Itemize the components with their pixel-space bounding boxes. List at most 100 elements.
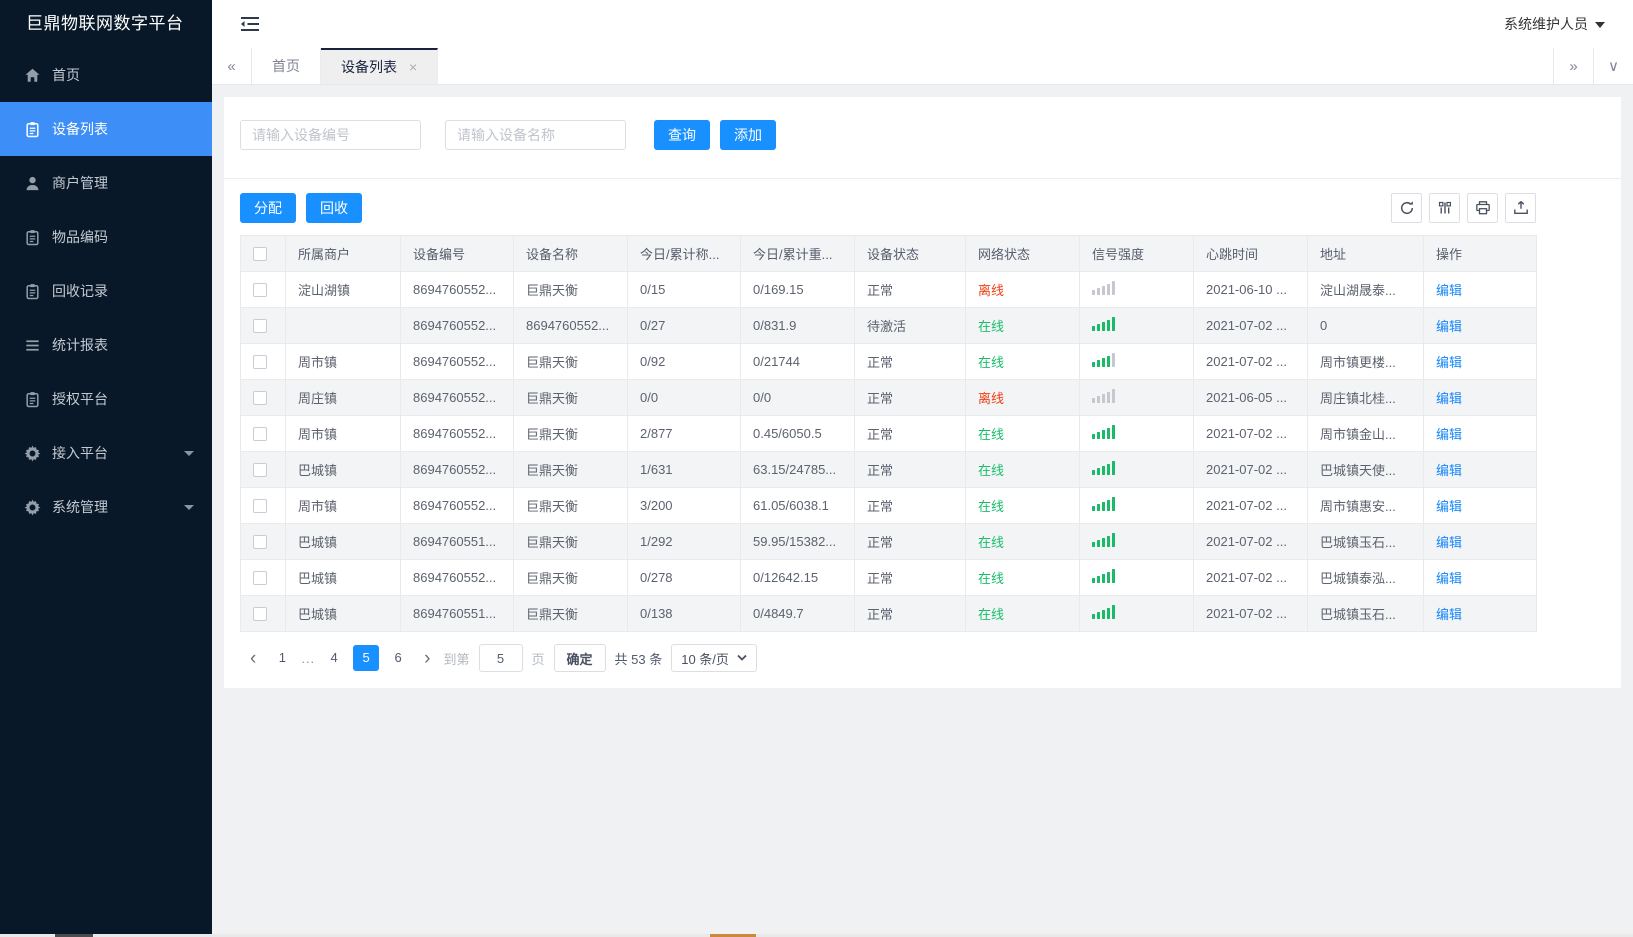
sidebar-item-label: 授权平台 [52,391,108,407]
cell-device-name: 巨鼎天衡 [513,415,628,452]
signal-bars-icon [1092,389,1115,403]
tabs-scroll-left-icon[interactable]: « [212,48,252,84]
prev-page-button[interactable]: ‹ [246,649,260,668]
sidebar-item-home[interactable]: 首页 [0,48,212,102]
cell-device-no: 8694760552... [400,379,514,416]
edit-link[interactable]: 编辑 [1436,427,1462,442]
columns-icon[interactable] [1429,193,1460,223]
column-header: 信号强度 [1079,235,1194,272]
refresh-icon[interactable] [1391,193,1422,223]
chevron-down-icon [184,504,194,510]
goto-page-input[interactable] [478,644,523,672]
device-no-input[interactable] [240,120,421,150]
column-header: 操作 [1423,235,1537,272]
device-name-input[interactable] [445,120,626,150]
signal-bars-icon [1092,497,1115,511]
edit-link[interactable]: 编辑 [1436,607,1462,622]
sidebar-item-access-platform[interactable]: 接入平台 [0,426,212,480]
row-checkbox[interactable] [253,391,267,406]
tabs-menu-icon[interactable]: ∨ [1593,48,1633,84]
export-icon[interactable] [1505,193,1536,223]
page-number-1[interactable]: 1 [269,645,295,671]
page-size-select[interactable]: 10 条/页 [671,644,757,672]
edit-link[interactable]: 编辑 [1436,391,1462,406]
edit-link[interactable]: 编辑 [1436,463,1462,478]
assign-button[interactable]: 分配 [240,193,296,223]
query-button[interactable]: 查询 [654,120,710,150]
sidebar-item-label: 首页 [52,67,80,83]
tabs-scroll-right-icon[interactable]: » [1553,48,1593,84]
main-area: 系统维护人员 « 首页 设备列表 × » ∨ 查询 添加 [212,0,1633,937]
cell-address: 巴城镇天使... [1307,451,1424,488]
edit-link[interactable]: 编辑 [1436,319,1462,334]
tab-设备列表[interactable]: 设备列表 × [321,48,439,84]
sidebar-item-merchant-management[interactable]: 商户管理 [0,156,212,210]
row-checkbox[interactable] [253,607,267,622]
clipboard-icon [24,229,41,246]
cell-network-status: 在线 [965,451,1080,488]
add-button[interactable]: 添加 [720,120,776,150]
app-root: 巨鼎物联网数字平台 首页 设备列表 商户管理 物品编码 回收记录 统计报表 授权平台 接入平台… [0,0,1633,937]
row-checkbox[interactable] [253,355,267,370]
recycle-button[interactable]: 回收 [306,193,362,223]
sidebar-item-item-code[interactable]: 物品编码 [0,210,212,264]
sidebar-item-device-list[interactable]: 设备列表 [0,102,212,156]
cell-today-total-weight: 0/21744 [740,343,855,380]
close-tab-icon[interactable]: × [409,60,417,74]
cell-device-name: 巨鼎天衡 [513,451,628,488]
edit-link[interactable]: 编辑 [1436,571,1462,586]
cell-signal-strength [1079,379,1194,416]
cell-today-total-count: 1/292 [627,523,741,560]
cell-actions: 编辑 [1423,307,1537,344]
cell-merchant [285,307,401,344]
signal-bars-icon [1092,353,1115,367]
cell-network-status: 离线 [965,271,1080,308]
edit-link[interactable]: 编辑 [1436,355,1462,370]
row-checkbox[interactable] [253,463,267,478]
cell-today-total-count: 0/27 [627,307,741,344]
cell-merchant: 周市镇 [285,487,401,524]
gear-icon [24,499,41,516]
select-all-checkbox[interactable] [253,247,267,262]
next-page-button[interactable]: › [420,649,434,668]
sidebar-item-system-management[interactable]: 系统管理 [0,480,212,534]
cell-merchant: 淀山湖镇 [285,271,401,308]
page-number-5[interactable]: 5 [353,645,380,671]
device-table: 所属商户 设备编号 设备名称 今日/累计称... 今日/累计重... 设备状态 网络状态 信号… [240,235,1537,632]
cell-address: 周市镇更楼... [1307,343,1424,380]
confirm-page-button[interactable]: 确定 [553,644,606,672]
edit-link[interactable]: 编辑 [1436,283,1462,298]
row-checkbox[interactable] [253,535,267,550]
cell-network-status: 在线 [965,595,1080,632]
print-icon[interactable] [1467,193,1498,223]
row-checkbox[interactable] [253,571,267,586]
page-number-6[interactable]: 6 [385,645,411,671]
cell-device-status: 正常 [854,271,966,308]
table-row: 周市镇 8694760552... 巨鼎天衡 0/92 0/21744 正常 在线 2021-… [240,343,1537,380]
page-unit-label: 页 [531,651,545,667]
cell-merchant: 巴城镇 [285,523,401,560]
network-status-badge: 在线 [978,571,1005,586]
sidebar-item-label: 商户管理 [52,175,108,191]
tab-首页[interactable]: 首页 [252,48,321,84]
cell-heartbeat-time: 2021-07-02 ... [1193,415,1308,452]
sidebar-item-statistics-report[interactable]: 统计报表 [0,318,212,372]
sidebar-item-authorized-platform[interactable]: 授权平台 [0,372,212,426]
collapse-sidebar-icon[interactable] [240,16,260,32]
table-row: 巴城镇 8694760551... 巨鼎天衡 1/292 59.95/15382... 正… [240,523,1537,560]
edit-link[interactable]: 编辑 [1436,535,1462,550]
page-number-4[interactable]: 4 [321,645,347,671]
user-menu[interactable]: 系统维护人员 [1504,14,1605,34]
row-checkbox[interactable] [253,319,267,334]
cell-device-name: 巨鼎天衡 [513,343,628,380]
cell-today-total-count: 0/0 [627,379,741,416]
cell-today-total-count: 3/200 [627,487,741,524]
network-status-badge: 在线 [978,499,1005,514]
row-checkbox[interactable] [253,499,267,514]
row-checkbox[interactable] [253,283,267,298]
sidebar-item-recycle-record[interactable]: 回收记录 [0,264,212,318]
row-checkbox[interactable] [253,427,267,442]
clipboard-icon [24,121,41,138]
edit-link[interactable]: 编辑 [1436,499,1462,514]
user-role-label: 系统维护人员 [1504,16,1588,32]
